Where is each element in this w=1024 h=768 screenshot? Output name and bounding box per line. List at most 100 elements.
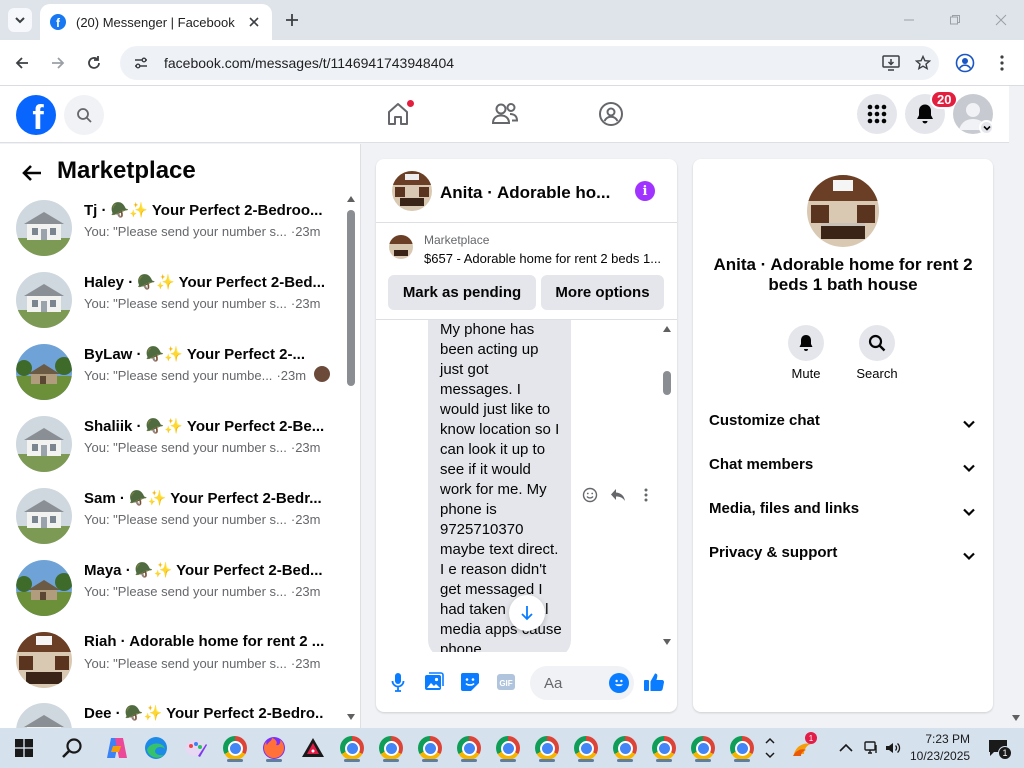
scrollbar-thumb[interactable]: [663, 371, 671, 395]
chrome-app-9[interactable]: [609, 732, 641, 764]
system-clock[interactable]: 7:23 PM 10/23/2025: [910, 731, 970, 765]
chrome-icon: [535, 736, 559, 760]
taskbar-overflow-button[interactable]: [762, 732, 778, 764]
chat-info-button[interactable]: i: [635, 181, 655, 201]
conversation-name: Maya · 🪖✨ Your Perfect 2-Bed...: [84, 562, 323, 579]
volume-button[interactable]: [882, 732, 904, 764]
chrome-app-11[interactable]: [687, 732, 719, 764]
chat-window: Anita · Adorable ho... i Marketplace $65…: [376, 159, 677, 712]
reply-button[interactable]: [608, 485, 628, 505]
close-tab-button[interactable]: [246, 14, 262, 30]
chrome-app-2[interactable]: [336, 732, 368, 764]
browser-profile-button[interactable]: [952, 51, 978, 75]
chrome-app-4[interactable]: [414, 732, 446, 764]
game-app[interactable]: [297, 732, 329, 764]
start-button[interactable]: [8, 732, 40, 764]
conversation-item[interactable]: Riah · Adorable home for rent 2 ... You: …: [8, 626, 338, 696]
gif-button[interactable]: GIF: [495, 671, 517, 693]
chat-profile-photo[interactable]: [807, 175, 879, 247]
menu-grid-button[interactable]: [857, 94, 897, 134]
facebook-logo-icon[interactable]: f: [16, 95, 56, 135]
conversation-item[interactable]: Shaliik · 🪖✨ Your Perfect 2-Be... You: "P…: [8, 410, 338, 480]
react-button[interactable]: [580, 485, 600, 505]
browser-tab-messenger[interactable]: f (20) Messenger | Facebook: [40, 4, 272, 40]
chrome-app-8[interactable]: [570, 732, 602, 764]
bookmark-star-button[interactable]: [907, 49, 939, 77]
address-bar[interactable]: facebook.com/messages/t/1146941743948404: [120, 46, 939, 80]
page-scrollbar[interactable]: [1009, 86, 1024, 728]
customize-chat-section[interactable]: Customize chat: [709, 412, 979, 436]
browser-menu-button[interactable]: [990, 51, 1014, 75]
reload-button[interactable]: [82, 51, 106, 75]
close-window-button[interactable]: [978, 0, 1024, 40]
edge-app[interactable]: [140, 732, 172, 764]
conversation-thumbnail: [16, 488, 72, 544]
chrome-app-3[interactable]: [375, 732, 407, 764]
back-button[interactable]: [20, 162, 44, 184]
chat-avatar[interactable]: [392, 171, 432, 211]
site-info-button[interactable]: [128, 50, 154, 76]
page-title: Marketplace: [57, 157, 196, 184]
chrome-app-5[interactable]: [453, 732, 485, 764]
listing-title[interactable]: $657 - Adorable home for rent 2 beds 1..…: [424, 251, 668, 266]
attach-photo-button[interactable]: [423, 671, 445, 693]
install-app-button[interactable]: [875, 49, 907, 77]
facebook-search-button[interactable]: [64, 95, 104, 135]
conversation-item[interactable]: Dee · 🪖✨ Your Perfect 2-Bedro...: [8, 697, 338, 728]
scrollbar-thumb[interactable]: [347, 210, 355, 386]
copilot-app[interactable]: [101, 732, 133, 764]
chrome-icon: [730, 736, 754, 760]
mute-action[interactable]: Mute: [776, 325, 836, 381]
account-menu-caret[interactable]: [979, 120, 994, 135]
new-tab-button[interactable]: [282, 10, 302, 30]
notification-center-button[interactable]: 1: [980, 732, 1016, 764]
conversation-thumbnail: [16, 344, 72, 400]
voice-clip-button[interactable]: [387, 671, 409, 693]
message-list-scrollbar[interactable]: [661, 324, 673, 649]
scroll-to-bottom-button[interactable]: [509, 595, 545, 631]
chrome-app-6[interactable]: [492, 732, 524, 764]
message-input[interactable]: Aa: [530, 666, 634, 700]
tab-search-button[interactable]: [8, 8, 32, 32]
gif-icon: GIF: [497, 674, 515, 690]
mark-as-pending-button[interactable]: Mark as pending: [388, 275, 536, 310]
taskbar-search-button[interactable]: [56, 732, 88, 764]
mute-button[interactable]: [788, 325, 824, 361]
privacy-support-section[interactable]: Privacy & support: [709, 544, 979, 568]
listing-thumbnail[interactable]: [389, 235, 413, 259]
network-status-icon[interactable]: [860, 732, 882, 764]
search-in-chat-button[interactable]: [859, 325, 895, 361]
friends-nav-button[interactable]: [489, 98, 521, 130]
windows-logo-icon: [15, 739, 33, 757]
firefox-app[interactable]: [258, 732, 290, 764]
message-more-button[interactable]: [636, 485, 656, 505]
conversation-list-scrollbar[interactable]: [345, 194, 357, 724]
search-action[interactable]: Search: [847, 325, 907, 381]
emoji-button[interactable]: [609, 673, 629, 693]
chat-header[interactable]: Anita · Adorable ho... i: [376, 159, 677, 223]
show-hidden-icons-button[interactable]: [834, 732, 858, 764]
notification-center-badge: 1: [998, 746, 1012, 760]
chrome-app-7[interactable]: [531, 732, 563, 764]
chrome-app-1[interactable]: [219, 732, 251, 764]
chrome-app-10[interactable]: [648, 732, 680, 764]
send-like-button[interactable]: [643, 671, 665, 693]
conversation-item[interactable]: Sam · 🪖✨ Your Perfect 2-Bedr... You: "Ple…: [8, 482, 338, 552]
minimize-button[interactable]: [886, 0, 932, 40]
sticker-button[interactable]: [459, 671, 481, 693]
chrome-app-12[interactable]: [726, 732, 758, 764]
more-options-button[interactable]: More options: [541, 275, 664, 310]
conversation-item[interactable]: Maya · 🪖✨ Your Perfect 2-Bed... You: "Ple…: [8, 554, 338, 624]
conversation-item[interactable]: ByLaw · 🪖✨ Your Perfect 2-... You: "Pleas…: [8, 338, 338, 408]
media-files-links-section[interactable]: Media, files and links: [709, 500, 979, 524]
widget-app[interactable]: 1: [786, 732, 818, 764]
paint-app[interactable]: [180, 732, 212, 764]
conversation-item[interactable]: Tj · 🪖✨ Your Perfect 2-Bedroo... You: "Pl…: [8, 194, 338, 264]
chat-members-section[interactable]: Chat members: [709, 456, 979, 480]
restore-button[interactable]: [932, 0, 978, 40]
conversation-item[interactable]: Haley · 🪖✨ Your Perfect 2-Bed... You: "Pl…: [8, 266, 338, 336]
back-button[interactable]: [10, 51, 34, 75]
forward-button[interactable]: [46, 51, 70, 75]
groups-nav-button[interactable]: [595, 98, 627, 130]
scroll-down-arrow-icon: [663, 639, 671, 645]
